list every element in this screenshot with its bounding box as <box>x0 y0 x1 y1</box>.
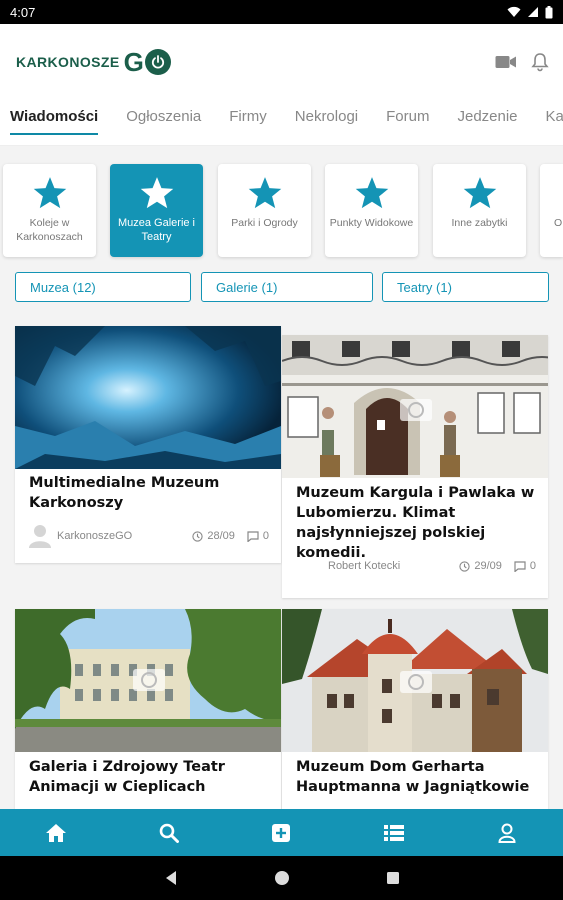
filter-chips: Muzea (12) Galerie (1) Teatry (1) <box>0 266 563 316</box>
nav-add[interactable] <box>256 813 306 853</box>
bottom-navigation <box>0 809 563 856</box>
comment-icon <box>514 560 526 572</box>
article-author: KarkonoszeGO <box>29 524 180 548</box>
article-card[interactable]: Muzeum Dom Gerharta Hauptmanna w Jagniąt… <box>282 609 548 809</box>
clock-icon <box>459 560 470 572</box>
article-image <box>15 326 281 469</box>
logo-go: G <box>124 47 171 78</box>
category-card-partial[interactable]: O <box>540 164 563 257</box>
signal-icon <box>528 7 538 17</box>
article-image <box>15 609 281 752</box>
nav-profile[interactable] <box>482 813 532 853</box>
home-circle-icon[interactable] <box>274 870 290 886</box>
status-bar: 4:07 <box>0 0 563 24</box>
star-icon <box>463 177 496 209</box>
tab-ka[interactable]: Ka <box>546 100 563 145</box>
clock-icon <box>192 530 203 542</box>
article-card[interactable]: Muzeum Kargula i Pawlaka w Lubomierzu. K… <box>282 335 548 598</box>
tab-nekrologi[interactable]: Nekrologi <box>295 100 358 145</box>
logo-wordmark: KARKONOSZE <box>16 54 120 70</box>
category-card[interactable]: Inne zabytki <box>433 164 526 257</box>
article-image <box>282 609 548 752</box>
status-icons <box>507 5 553 19</box>
category-label: Parki i Ogrody <box>231 217 298 229</box>
tab-firmy[interactable]: Firmy <box>229 100 267 145</box>
category-label: Inne zabytki <box>451 217 508 229</box>
section-tabs: Wiadomości Ogłoszenia Firmy Nekrologi Fo… <box>0 100 563 146</box>
video-icon[interactable] <box>495 55 517 69</box>
search-icon <box>159 823 179 843</box>
bell-icon[interactable] <box>531 52 549 72</box>
article-meta: Robert Kotecki 29/09 0 <box>296 554 536 578</box>
star-icon <box>140 177 173 209</box>
star-icon <box>33 177 66 209</box>
nav-list[interactable] <box>369 813 419 853</box>
power-icon <box>144 49 171 75</box>
article-feed: Multimedialne Muzeum Karkonoszy Karkonos… <box>0 316 563 809</box>
tab-wiadomosci[interactable]: Wiadomości <box>10 100 99 145</box>
article-meta: KarkonoszeGO 28/09 0 <box>29 524 269 548</box>
app-header: KARKONOSZE G <box>0 24 563 100</box>
home-icon <box>46 823 67 842</box>
system-navigation <box>0 856 563 900</box>
star-icon <box>248 177 281 209</box>
article-title: Multimedialne Muzeum Karkonoszy <box>29 475 220 511</box>
article-date: 29/09 <box>459 560 502 572</box>
star-icon <box>355 177 388 209</box>
category-label: O <box>554 217 563 229</box>
category-carousel: Koleje w Karkonoszach Muzea Galerie i Te… <box>0 146 563 266</box>
category-card-active[interactable]: Muzea Galerie i Teatry <box>110 164 203 257</box>
article-comments: 0 <box>247 530 269 542</box>
header-actions <box>495 52 549 72</box>
tab-forum[interactable]: Forum <box>386 100 429 145</box>
article-title: Muzeum Kargula i Pawlaka w Lubomierzu. K… <box>296 485 535 561</box>
author-name: Robert Kotecki <box>328 560 401 572</box>
app-logo[interactable]: KARKONOSZE G <box>16 47 171 78</box>
category-label: Muzea Galerie i Teatry <box>117 217 196 243</box>
nav-home[interactable] <box>31 813 81 853</box>
comment-icon <box>247 530 259 542</box>
author-name: KarkonoszeGO <box>57 530 133 542</box>
category-label: Punkty Widokowe <box>329 217 414 229</box>
battery-icon <box>545 5 553 18</box>
article-author: Robert Kotecki <box>296 560 447 572</box>
category-label: Koleje w Karkonoszach <box>16 217 83 243</box>
category-card[interactable]: Parki i Ogrody <box>218 164 311 257</box>
back-icon[interactable] <box>164 870 178 886</box>
article-comments: 0 <box>514 560 536 572</box>
profile-icon <box>498 823 516 843</box>
article-title: Muzeum Dom Gerharta Hauptmanna w Jagniąt… <box>296 759 530 795</box>
article-title: Galeria i Zdrojowy Teatr Animacji w Ciep… <box>29 759 225 795</box>
add-icon <box>272 823 291 842</box>
nav-search[interactable] <box>144 813 194 853</box>
tab-jedzenie[interactable]: Jedzenie <box>457 100 517 145</box>
article-card[interactable]: Galeria i Zdrojowy Teatr Animacji w Ciep… <box>15 609 281 809</box>
status-time: 4:07 <box>10 4 36 20</box>
category-card[interactable]: Punkty Widokowe <box>325 164 418 257</box>
tab-ogloszenia[interactable]: Ogłoszenia <box>126 100 201 145</box>
filter-galerie[interactable]: Galerie (1) <box>201 272 373 302</box>
list-icon <box>384 824 405 841</box>
filter-teatry[interactable]: Teatry (1) <box>382 272 549 302</box>
article-image <box>282 335 548 478</box>
category-card[interactable]: Koleje w Karkonoszach <box>3 164 96 257</box>
wifi-icon <box>507 6 521 17</box>
recents-icon[interactable] <box>386 871 400 885</box>
avatar-icon <box>29 525 51 548</box>
article-card[interactable]: Multimedialne Muzeum Karkonoszy Karkonos… <box>15 326 281 563</box>
filter-muzea[interactable]: Muzea (12) <box>15 272 191 302</box>
article-date: 28/09 <box>192 530 235 542</box>
